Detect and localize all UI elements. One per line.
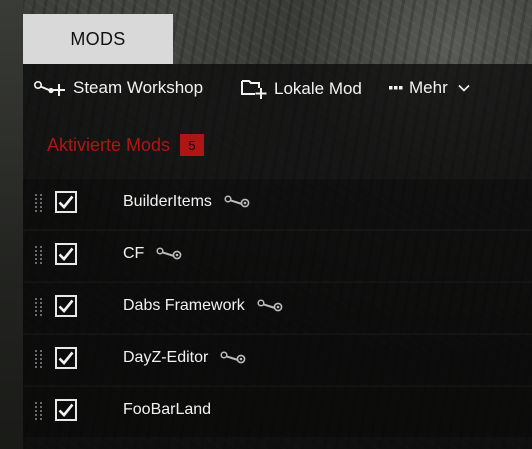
mod-row[interactable]: CF bbox=[23, 230, 532, 281]
mod-row[interactable]: DayZ-Editor bbox=[23, 334, 532, 385]
mod-name: FooBarLand bbox=[123, 401, 211, 419]
folder-add-icon bbox=[240, 78, 268, 100]
mod-enabled-checkbox[interactable] bbox=[55, 399, 77, 421]
dots-icon bbox=[389, 85, 403, 91]
mods-panel: Steam Workshop Lokale Mod Mehr Aktiviert… bbox=[23, 64, 532, 449]
steam-icon bbox=[224, 194, 250, 208]
drag-handle-icon[interactable] bbox=[35, 194, 43, 214]
steam-icon bbox=[156, 246, 182, 260]
steam-icon bbox=[220, 350, 246, 364]
mod-name-text: FooBarLand bbox=[123, 401, 212, 418]
mod-row[interactable]: FooBarLand bbox=[23, 386, 532, 437]
steam-workshop-button[interactable]: Steam Workshop bbox=[33, 78, 203, 98]
toolbar: Steam Workshop Lokale Mod Mehr bbox=[23, 64, 532, 114]
section-title: Aktivierte Mods bbox=[47, 134, 171, 155]
mod-enabled-checkbox[interactable] bbox=[55, 347, 77, 369]
checkmark-icon bbox=[58, 351, 74, 365]
checkmark-icon bbox=[58, 299, 74, 313]
mod-name: Dabs Framework bbox=[123, 297, 283, 315]
tab-mods[interactable]: MODS bbox=[23, 14, 173, 64]
checkmark-icon bbox=[58, 195, 74, 209]
steam-add-icon bbox=[33, 78, 67, 98]
mod-enabled-checkbox[interactable] bbox=[55, 243, 77, 265]
mod-name: CF bbox=[123, 245, 182, 263]
chevron-down-icon bbox=[458, 84, 470, 92]
mod-enabled-checkbox[interactable] bbox=[55, 191, 77, 213]
left-edge-strip bbox=[0, 0, 23, 449]
drag-handle-icon[interactable] bbox=[35, 246, 43, 266]
mod-name-text: DayZ-Editor bbox=[123, 349, 209, 366]
drag-handle-icon[interactable] bbox=[35, 402, 43, 422]
mod-name-text: CF bbox=[123, 245, 145, 262]
local-mod-button[interactable]: Lokale Mod bbox=[240, 78, 362, 100]
mod-row[interactable]: Dabs Framework bbox=[23, 282, 532, 333]
more-label: Mehr bbox=[409, 78, 448, 97]
mod-name: BuilderItems bbox=[123, 193, 250, 211]
mod-name-text: Dabs Framework bbox=[123, 297, 245, 314]
checkmark-icon bbox=[58, 403, 74, 417]
mod-enabled-checkbox[interactable] bbox=[55, 295, 77, 317]
drag-handle-icon[interactable] bbox=[35, 298, 43, 318]
steam-icon bbox=[257, 298, 283, 312]
local-mod-label: Lokale Mod bbox=[274, 79, 362, 98]
mod-name-text: BuilderItems bbox=[123, 193, 212, 210]
section-header: Aktivierte Mods 5 bbox=[47, 134, 205, 156]
checkmark-icon bbox=[58, 247, 74, 261]
mod-name: DayZ-Editor bbox=[123, 349, 246, 367]
steam-workshop-label: Steam Workshop bbox=[73, 78, 204, 97]
mod-count-badge: 5 bbox=[180, 134, 205, 156]
drag-handle-icon[interactable] bbox=[35, 350, 43, 370]
more-dropdown[interactable]: Mehr bbox=[389, 78, 470, 98]
mod-list: BuilderItems CF Dabs Framework DayZ-Editor F… bbox=[23, 178, 532, 438]
mod-row[interactable]: BuilderItems bbox=[23, 178, 532, 229]
